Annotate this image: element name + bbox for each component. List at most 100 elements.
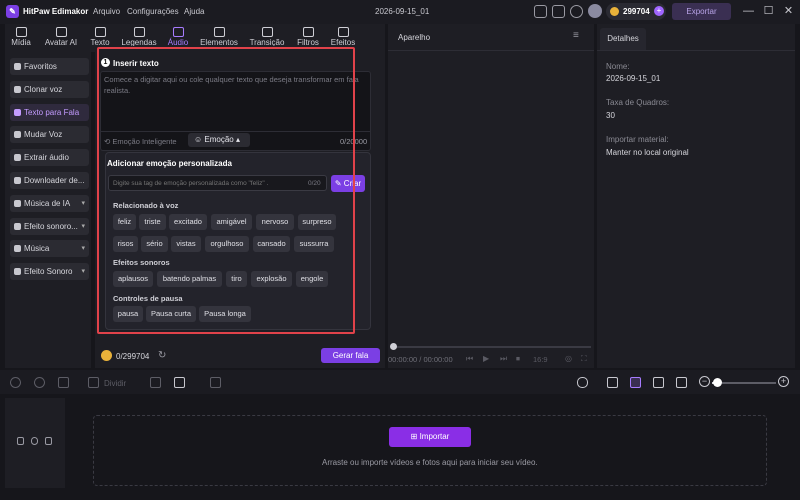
chevron-down-icon: ▾ bbox=[81, 223, 85, 230]
player-title: Aparelho bbox=[398, 33, 431, 42]
prev-frame-icon[interactable]: ⏮ bbox=[466, 354, 473, 364]
sound-effect-icon bbox=[14, 268, 21, 275]
effects-icon bbox=[337, 27, 349, 37]
aspect-ratio[interactable]: 16:9 bbox=[533, 355, 548, 364]
fullscreen-icon[interactable]: ⛶ bbox=[581, 354, 587, 364]
sidebar-item-ai-music[interactable]: Música de IA ▾ bbox=[10, 195, 89, 212]
menu-file[interactable]: Arquivo bbox=[93, 7, 120, 16]
ai-music-icon bbox=[14, 200, 21, 207]
music-icon bbox=[14, 245, 21, 252]
playback-scrubber[interactable] bbox=[393, 346, 591, 348]
crop-icon[interactable] bbox=[210, 377, 221, 388]
download-icon bbox=[14, 177, 21, 184]
subtitles-icon bbox=[133, 27, 145, 37]
feedback-icon[interactable] bbox=[534, 5, 547, 18]
fps-value: 30 bbox=[606, 111, 615, 120]
divider bbox=[388, 50, 594, 51]
zoom-out-icon[interactable]: − bbox=[699, 376, 710, 387]
chevron-down-icon: ▾ bbox=[81, 268, 85, 275]
link-icon[interactable] bbox=[607, 377, 618, 388]
zoom-slider-handle[interactable] bbox=[713, 378, 722, 387]
split-label[interactable]: Dividir bbox=[104, 379, 126, 388]
snapshot-icon[interactable]: ◎ bbox=[565, 354, 572, 363]
audio-icon bbox=[172, 27, 184, 37]
app-logo-icon: ✎ bbox=[6, 5, 19, 18]
play-icon[interactable]: ▶ bbox=[483, 354, 489, 363]
save-icon[interactable] bbox=[17, 437, 24, 445]
sidebar-item-change-voice[interactable]: Mudar Voz bbox=[10, 126, 89, 143]
close-icon[interactable]: ✕ bbox=[782, 5, 795, 18]
stop-icon[interactable]: ⏹ bbox=[516, 354, 520, 364]
text-icon bbox=[94, 27, 106, 37]
download-status-icon[interactable] bbox=[570, 5, 583, 18]
divider bbox=[597, 50, 795, 51]
media-icon bbox=[15, 27, 27, 37]
media-drop-zone[interactable] bbox=[93, 415, 767, 486]
filters-icon bbox=[302, 27, 314, 37]
sidebar-item-sound-effect[interactable]: Efeito Sonoro ▾ bbox=[10, 263, 89, 280]
mic-icon[interactable] bbox=[577, 377, 588, 388]
chevron-down-icon: ▾ bbox=[81, 200, 85, 207]
import-button[interactable]: ⊞ Importar bbox=[389, 427, 471, 447]
tab-media[interactable]: Mídia bbox=[5, 24, 37, 52]
minimize-icon[interactable]: — bbox=[742, 5, 755, 18]
app-name: HitPaw Edimakor bbox=[23, 7, 89, 16]
credits-value: 299704 bbox=[623, 7, 650, 16]
fps-label: Taxa de Quadros: bbox=[606, 98, 670, 107]
shield-icon[interactable] bbox=[150, 377, 161, 388]
sidebar-item-extract-audio[interactable]: Extrair áudio bbox=[10, 149, 89, 166]
document-title: 2026-09-15_01 bbox=[375, 7, 430, 16]
tab-avatar-ai[interactable]: Avatar AI bbox=[40, 24, 82, 52]
sidebar-item-favorites[interactable]: Favoritos bbox=[10, 58, 89, 75]
plus-icon: ⊞ bbox=[410, 432, 420, 441]
name-value: 2026-09-15_01 bbox=[606, 74, 661, 83]
next-frame-icon[interactable]: ⏭ bbox=[500, 354, 507, 364]
eye-icon[interactable] bbox=[31, 437, 38, 445]
scissors-icon[interactable] bbox=[88, 377, 99, 388]
scrubber-handle[interactable] bbox=[390, 343, 397, 350]
voice-change-icon bbox=[14, 131, 21, 138]
snap-icon[interactable] bbox=[630, 377, 641, 388]
import-material-value: Manter no local original bbox=[606, 148, 689, 157]
tab-details[interactable]: Detalhes bbox=[600, 28, 646, 50]
player-panel bbox=[388, 24, 594, 368]
sidebar-item-downloader[interactable]: Downloader de... bbox=[10, 172, 89, 189]
drop-hint: Arraste ou importe vídeos e fotos aqui p… bbox=[322, 458, 538, 467]
zoom-in-icon[interactable]: + bbox=[778, 376, 789, 387]
undo-icon[interactable] bbox=[10, 377, 21, 388]
chevron-down-icon: ▾ bbox=[81, 245, 85, 252]
sound-effect-icon bbox=[14, 223, 21, 230]
mic-icon bbox=[14, 154, 21, 161]
sidebar-item-sound-effect-ai[interactable]: Efeito sonoro... ▾ bbox=[10, 218, 89, 235]
maximize-icon[interactable]: ☐ bbox=[762, 5, 775, 18]
avatar[interactable] bbox=[588, 4, 602, 18]
zoom-slider[interactable] bbox=[722, 382, 776, 384]
menu-settings[interactable]: Configurações bbox=[127, 7, 179, 16]
tts-icon bbox=[14, 109, 21, 116]
sidebar-item-text-to-speech[interactable]: Texto para Fala bbox=[10, 104, 89, 121]
add-credits-button[interactable]: + bbox=[654, 6, 664, 16]
sidebar-item-clone-voice[interactable]: Clonar voz bbox=[10, 81, 89, 98]
avatar-ai-icon bbox=[55, 27, 67, 37]
delete-icon[interactable] bbox=[58, 377, 69, 388]
speaker-icon[interactable] bbox=[45, 437, 52, 445]
transition-icon bbox=[261, 27, 273, 37]
export-button[interactable]: Exportar bbox=[672, 3, 731, 20]
menu-icon[interactable]: ≡ bbox=[573, 30, 579, 41]
redo-icon[interactable] bbox=[34, 377, 45, 388]
star-icon bbox=[14, 63, 21, 70]
import-material-label: Importar material: bbox=[606, 135, 669, 144]
split-audio-icon[interactable] bbox=[653, 377, 664, 388]
coin-icon bbox=[610, 7, 619, 16]
generate-credits: 0/299704 bbox=[116, 352, 150, 361]
clone-voice-icon bbox=[14, 86, 21, 93]
sidebar-item-music[interactable]: Música ▾ bbox=[10, 240, 89, 257]
coin-icon bbox=[101, 350, 112, 361]
keyboard-icon[interactable] bbox=[552, 5, 565, 18]
fit-icon[interactable] bbox=[676, 377, 687, 388]
menu-help[interactable]: Ajuda bbox=[184, 7, 204, 16]
generate-speech-button[interactable]: Gerar fala bbox=[321, 348, 380, 363]
elements-icon bbox=[213, 27, 225, 37]
refresh-icon[interactable]: ↻ bbox=[158, 350, 166, 361]
text-tool-icon[interactable] bbox=[174, 377, 185, 388]
